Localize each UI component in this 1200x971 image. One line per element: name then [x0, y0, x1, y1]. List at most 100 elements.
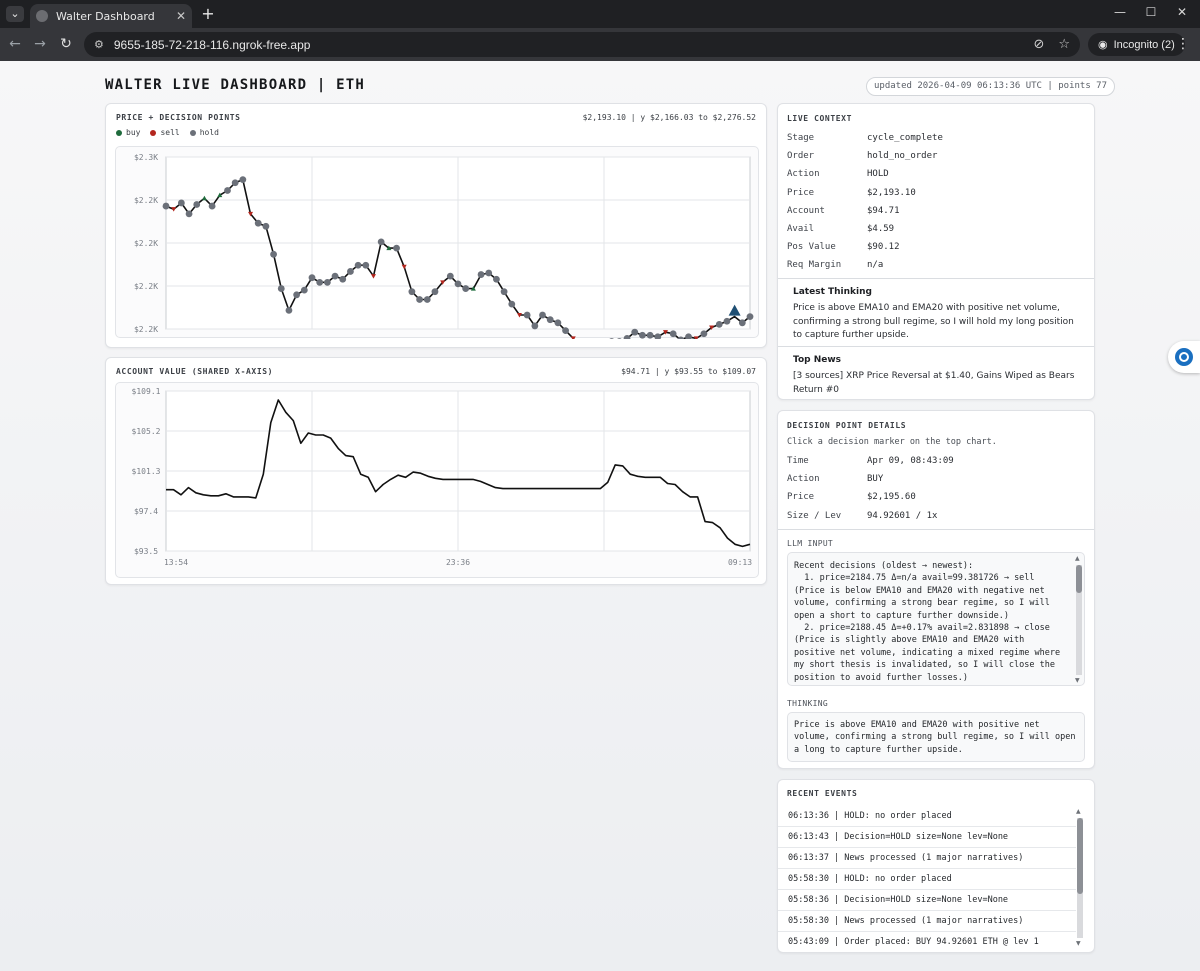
hold-marker [493, 275, 500, 283]
kv-key: Size / Lev [787, 510, 842, 521]
live-context-rows: Stage cycle_complete Order hold_no_order A… [787, 129, 1087, 275]
kv-key: Price [787, 492, 815, 503]
hold-marker [231, 179, 239, 187]
kv-key: Stage [787, 133, 815, 144]
reload-icon[interactable]: ↻ [57, 36, 75, 52]
minimize-icon[interactable]: — [1110, 5, 1130, 19]
events-list[interactable]: 06:13:36 | HOLD: no order placed 06:13:4… [778, 806, 1076, 952]
address-bar[interactable]: ⚙ 9655-185-72-218-116.ngrok-free.app ⊘ ☆ [84, 32, 1080, 57]
hold-marker [462, 285, 470, 292]
scroll-up-icon[interactable]: ▲ [1075, 555, 1080, 562]
decision-details-title: DECISION POINT DETAILS [787, 421, 907, 430]
price-chart-range: $2,193.10 | y $2,166.03 to $2,276.52 [582, 113, 756, 122]
decision-rows: Time Apr 09, 08:43:09 Action BUY Price $2,1… [787, 452, 1087, 525]
price-chart-legend: buy sell hold [116, 128, 219, 137]
browser-chrome: ⌄ Walter Dashboard ✕ + — ☐ ✕ ← → ↻ ⚙ 965… [0, 0, 1200, 61]
hold-marker [531, 322, 539, 330]
llm-input-box[interactable]: Recent decisions (oldest → newest): 1. p… [787, 552, 1085, 686]
hold-marker [546, 316, 554, 324]
new-tab-button[interactable]: + [198, 4, 218, 24]
close-window-icon[interactable]: ✕ [1172, 5, 1192, 19]
account-chart-card: ACCOUNT VALUE (SHARED X-AXIS) $94.71 | y… [105, 357, 767, 585]
decision-details-card: DECISION POINT DETAILS Click a decision … [777, 410, 1095, 769]
incognito-button[interactable]: ◉ Incognito (2) [1088, 33, 1185, 56]
latest-thinking-text: Price is above EMA10 and EMA20 with posi… [793, 303, 1074, 340]
scroll-thumb[interactable] [1077, 818, 1083, 894]
x-tick-label: 13:54 [164, 558, 188, 567]
hold-marker [477, 271, 485, 278]
event-item: 05:58:30 | HOLD: no order placed [778, 869, 1076, 890]
scroll-down-icon[interactable]: ▼ [1075, 677, 1080, 684]
price-chart-svg[interactable]: $2.3K $2.2K $2.2K $2.2K $2.2K [116, 147, 760, 339]
hold-marker [300, 286, 308, 294]
hold-marker [162, 202, 170, 210]
kv-value: cycle_complete [867, 133, 943, 144]
extension-side-button[interactable] [1168, 341, 1200, 373]
scroll-up-icon[interactable]: ▲ [1076, 808, 1081, 815]
site-info-icon[interactable]: ⚙ [94, 38, 104, 51]
kv-key: Avail [787, 224, 815, 235]
scroll-thumb[interactable] [1076, 565, 1082, 593]
kv-avail: Avail $4.59 [787, 220, 1087, 238]
hold-marker [416, 296, 423, 303]
hold-marker [208, 202, 216, 210]
tab-search-icon[interactable]: ⌄ [6, 6, 24, 22]
y-tick-label: $101.3 [132, 467, 161, 476]
bookmark-star-icon[interactable]: ☆ [1058, 37, 1070, 52]
kv-decision-price: Price $2,195.60 [787, 488, 1087, 506]
kv-value: $94.71 [867, 205, 900, 216]
hold-marker [723, 317, 731, 325]
hold-marker [185, 210, 193, 218]
maximize-icon[interactable]: ☐ [1141, 5, 1161, 19]
hold-dot-icon [189, 129, 196, 136]
kv-size-lev: Size / Lev 94.92601 / 1x [787, 507, 1087, 525]
y-tick-label: $97.4 [134, 507, 158, 516]
hold-marker [316, 278, 324, 286]
legend-sell-label: sell [160, 128, 180, 137]
hold-marker [669, 330, 677, 338]
kv-action: Action HOLD [787, 165, 1087, 183]
hold-marker [354, 261, 362, 269]
hold-marker [639, 331, 646, 339]
page-title: WALTER LIVE DASHBOARD | ETH [105, 77, 365, 93]
tab-walter-dashboard[interactable]: Walter Dashboard ✕ [30, 4, 192, 28]
kv-key: Price [787, 187, 815, 198]
kv-account: Account $94.71 [787, 202, 1087, 220]
hold-marker [377, 238, 385, 246]
close-tab-icon[interactable]: ✕ [176, 9, 186, 23]
url-text: 9655-185-72-218-116.ngrok-free.app [113, 37, 311, 52]
event-item: 06:13:37 | News processed (1 major narra… [778, 848, 1076, 869]
hold-marker [554, 319, 562, 327]
kv-req-margin: Req Margin n/a [787, 256, 1087, 274]
tab-title: Walter Dashboard [56, 9, 155, 23]
hold-marker [277, 285, 285, 292]
scroll-down-icon[interactable]: ▼ [1076, 940, 1081, 947]
hold-marker [193, 201, 201, 208]
incognito-icon: ◉ [1098, 39, 1108, 51]
kv-key: Action [787, 169, 820, 180]
back-icon[interactable]: ← [6, 36, 24, 52]
event-item: 05:58:30 | News processed (1 major narra… [778, 911, 1076, 932]
hold-marker [500, 288, 508, 296]
hold-marker [508, 300, 516, 308]
llm-input-scrollbar[interactable]: ▲ ▼ [1075, 555, 1082, 684]
y-tick-label: $109.1 [132, 387, 161, 396]
llm-input-label: LLM INPUT [787, 539, 834, 548]
forward-icon[interactable]: → [31, 36, 49, 52]
page: WALTER LIVE DASHBOARD | ETH updated 2026… [0, 61, 1200, 971]
browser-menu-icon[interactable]: ⋮ [1176, 36, 1190, 52]
eye-off-icon[interactable]: ⊘ [1033, 37, 1044, 52]
account-plot[interactable]: $109.1 $105.2 $101.3 $97.4 $93.5 13:54 23:36 09… [115, 382, 759, 578]
price-plot[interactable]: $2.3K $2.2K $2.2K $2.2K $2.2K [115, 146, 760, 339]
top-news-text: [3 sources] XRP Price Reversal at $1.40,… [793, 371, 1075, 395]
hold-marker [254, 219, 262, 227]
kv-value: Apr 09, 08:43:09 [867, 456, 954, 467]
hold-marker [285, 306, 293, 314]
events-scrollbar[interactable]: ▲ ▼ [1076, 808, 1083, 947]
buy-dot-icon [116, 129, 122, 136]
tab-strip: ⌄ Walter Dashboard ✕ + — ☐ ✕ [0, 0, 1200, 28]
legend-sell: sell [150, 128, 180, 137]
hold-marker [654, 333, 662, 339]
account-chart-svg[interactable]: $109.1 $105.2 $101.3 $97.4 $93.5 13:54 23:36 09… [116, 383, 760, 579]
incognito-label: Incognito (2) [1113, 38, 1175, 51]
